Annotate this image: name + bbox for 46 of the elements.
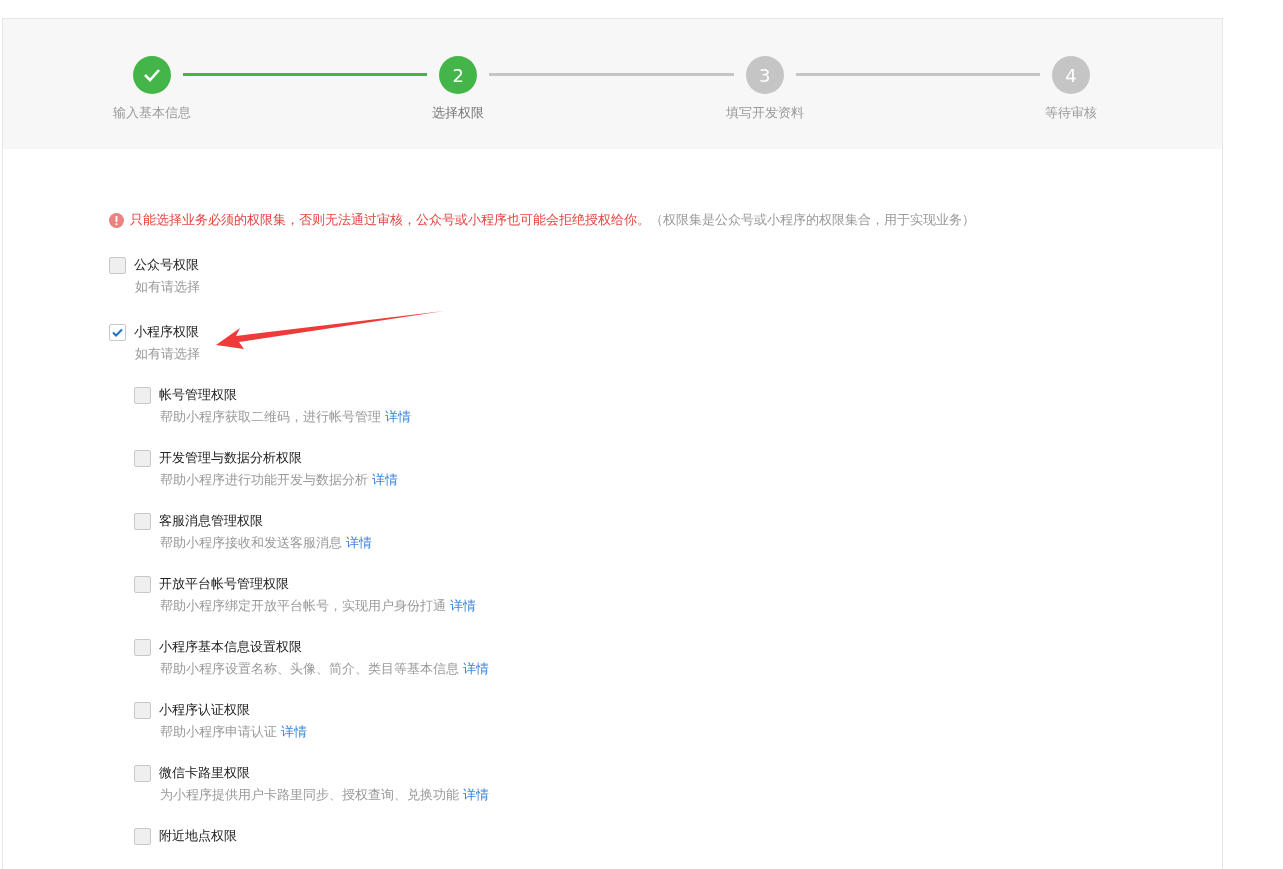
permission-label: 附近地点权限 [159,827,237,845]
permission-description: 帮助小程序绑定开放平台帐号，实现用户身份打通 [160,598,446,613]
permission-label: 小程序权限 [134,323,199,341]
checkbox[interactable] [134,638,151,656]
step-label: 等待审核 [1045,104,1097,122]
permission-label: 公众号权限 [134,256,199,274]
step-number: 2 [439,56,478,94]
permission-description: 为小程序提供用户卡路里同步、授权查询、兑换功能 [160,787,459,802]
step-number: 3 [745,56,784,94]
checkbox[interactable] [134,701,151,719]
permission-description: 帮助小程序接收和发送客服消息 [160,535,342,550]
check-icon [112,327,123,337]
details-link[interactable]: 详情 [385,409,411,424]
step-number: 4 [1052,56,1090,94]
permission-label: 帐号管理权限 [159,386,237,404]
permission-label: 微信卡路里权限 [159,764,250,782]
checkbox[interactable] [134,386,151,404]
details-link[interactable]: 详情 [346,535,372,550]
checkbox[interactable] [109,323,126,341]
permission-hint: 如有请选择 [135,278,201,296]
checkbox[interactable] [134,764,151,782]
permission-label: 小程序认证权限 [159,701,250,719]
checkbox[interactable] [109,256,126,274]
checkbox[interactable] [134,449,151,467]
permission-label: 开放平台帐号管理权限 [159,575,289,593]
details-link[interactable]: 详情 [450,598,476,613]
permission-label: 小程序基本信息设置权限 [159,638,302,656]
checkbox[interactable] [134,575,151,593]
step-label: 填写开发资料 [725,104,804,122]
permission-description: 帮助小程序设置名称、头像、简介、类目等基本信息 [160,661,459,676]
step-label: 输入基本信息 [113,104,191,122]
notice-text: 只能选择业务必须的权限集，否则无法通过审核，公众号或小程序也可能会拒绝授权给你。（权限集是公众号或小程序的权限集合，用于实现业务） [130,211,975,229]
permission-description: 帮助小程序申请认证 [160,724,277,739]
permission-description: 帮助小程序进行功能开发与数据分析 [160,472,368,487]
step-label: 选择权限 [432,104,485,122]
checkbox[interactable] [134,827,151,845]
details-link[interactable]: 详情 [372,472,398,487]
permission-hint: 如有请选择 [135,345,201,363]
details-link[interactable]: 详情 [281,724,307,739]
warning-icon [109,212,124,228]
permission-description: 帮助小程序获取二维码，进行帐号管理 [160,409,381,424]
checkbox[interactable] [134,512,151,530]
details-link[interactable]: 详情 [463,661,489,676]
permission-label: 客服消息管理权限 [159,512,263,530]
details-link[interactable]: 详情 [463,787,489,802]
permission-label: 开发管理与数据分析权限 [159,449,302,467]
